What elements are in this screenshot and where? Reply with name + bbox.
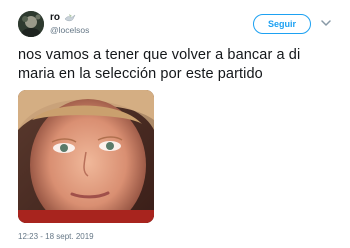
tweet-text-line: maria en la selección por este partido [18, 66, 263, 82]
author-display-name[interactable]: ro [50, 12, 60, 23]
face-photo [18, 90, 154, 223]
tweet-text-line: nos vamos a tener que volver a bancar a … [18, 47, 301, 63]
author-handle[interactable]: @locelsos [50, 25, 89, 35]
follow-button[interactable]: Seguir [253, 14, 311, 34]
tweet-text: nos vamos a tener que volver a bancar a … [18, 46, 336, 84]
tweet-card: ro @locelsos Seguir nos vamos a tener qu… [0, 0, 350, 248]
tweet-media-image[interactable] [18, 90, 154, 223]
chevron-down-icon[interactable] [321, 19, 331, 27]
dove-emoji-icon [64, 13, 76, 21]
tweet-timestamp[interactable]: 12:23 - 18 sept. 2019 [18, 232, 94, 241]
author-name-row: ro [50, 12, 76, 23]
avatar-image [18, 11, 44, 37]
avatar[interactable] [18, 11, 44, 37]
